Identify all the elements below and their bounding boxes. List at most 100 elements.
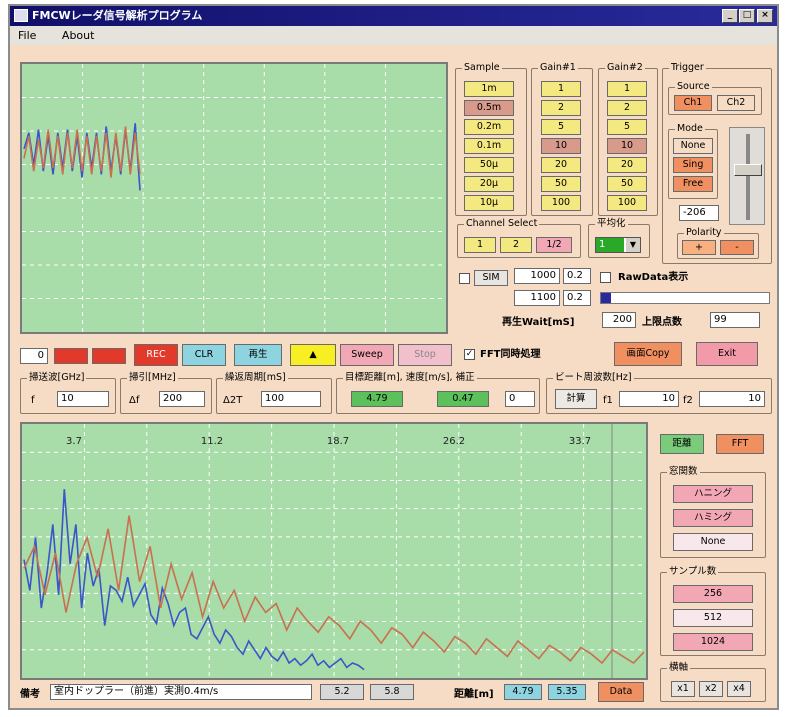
exit-button[interactable]: Exit (696, 342, 758, 366)
gain2-label: Gain#2 (605, 62, 645, 74)
menu-about[interactable]: About (62, 29, 95, 42)
source-ch1-button[interactable]: Ch1 (674, 95, 712, 111)
stop-button[interactable]: Stop (398, 344, 452, 366)
sweep-width-field[interactable]: 200 (159, 391, 205, 407)
gain2-option-0-button[interactable]: 1 (607, 81, 647, 97)
gain2-option-1-button[interactable]: 2 (607, 100, 647, 116)
note-field[interactable]: 室内ドップラー（前進）実測0.4m/s (50, 684, 312, 700)
gain1-label: Gain#1 (538, 62, 578, 74)
trigger-level-slider[interactable] (729, 127, 765, 225)
clr-button[interactable]: CLR (182, 344, 226, 366)
fft-sync-checkbox[interactable]: ✓ (464, 349, 475, 360)
gain2-option-4-button[interactable]: 20 (607, 157, 647, 173)
channel-both-button[interactable]: 1/2 (536, 237, 572, 253)
source-ch2-button[interactable]: Ch2 (717, 95, 755, 111)
sim-field-2[interactable]: 0.2 (563, 268, 591, 284)
mode-label: Mode (675, 123, 705, 135)
window-hanning-button[interactable]: ハニング (673, 485, 753, 503)
minimize-button[interactable]: _ (722, 9, 738, 23)
sample-option-2-button[interactable]: 0.2m (464, 119, 514, 135)
window-title: FMCWレーダ信号解析プログラム (32, 9, 203, 22)
gain1-option-0-button[interactable]: 1 (541, 81, 581, 97)
title-bar: FMCWレーダ信号解析プログラム _ □ × (10, 6, 777, 26)
zoom-x4-button[interactable]: x4 (727, 681, 751, 697)
upper-points-label: 上限点数 (642, 317, 682, 328)
sample-option-5-button[interactable]: 20μ (464, 176, 514, 192)
averaging-select[interactable]: 1 ▼ (595, 237, 641, 253)
dropdown-arrow-icon[interactable]: ▼ (626, 238, 640, 252)
sim-button[interactable]: SIM (474, 270, 508, 286)
zoom-x1-button[interactable]: x1 (671, 681, 695, 697)
counter-field[interactable]: 0 (20, 348, 48, 364)
gain1-option-1-button[interactable]: 2 (541, 100, 581, 116)
sim-field-1[interactable]: 1000 (514, 268, 560, 284)
averaging-label: 平均化 (595, 218, 628, 230)
channel-2-button[interactable]: 2 (500, 237, 532, 253)
gain1-option-5-button[interactable]: 50 (541, 176, 581, 192)
mode-group: Mode None Sing Free (668, 123, 718, 199)
triangle-button[interactable]: ▲ (290, 344, 336, 366)
app-window: FMCWレーダ信号解析プログラム _ □ × File About Sample… (8, 4, 779, 710)
sim-checkbox[interactable] (459, 273, 470, 284)
x-tick-label: 3.7 (66, 436, 82, 447)
mode-single-button[interactable]: Sing (673, 157, 713, 173)
window-hamming-button[interactable]: ハミング (673, 509, 753, 527)
trigger-group: Trigger Source Ch1 Ch2 Mode None Sing Fr… (662, 62, 772, 264)
gain2-option-3-button[interactable]: 10 (607, 138, 647, 154)
mode-none-button[interactable]: None (673, 138, 713, 154)
samples-512-button[interactable]: 512 (673, 609, 753, 627)
maximize-button[interactable]: □ (739, 9, 755, 23)
correction-field[interactable]: 0 (505, 391, 535, 407)
close-button[interactable]: × (757, 9, 773, 23)
rawdata-checkbox[interactable] (600, 272, 611, 283)
rec-button[interactable]: REC (134, 344, 178, 366)
data-button[interactable]: Data (598, 682, 644, 702)
calc-button[interactable]: 計算 (555, 389, 597, 409)
sample-count-group: サンプル数 256 512 1024 (660, 566, 766, 656)
samples-1024-button[interactable]: 1024 (673, 633, 753, 651)
zoom-x2-button[interactable]: x2 (699, 681, 723, 697)
x-tick-label: 26.2 (443, 436, 465, 447)
waveform-series-2 (23, 126, 141, 178)
slider-thumb[interactable] (734, 164, 762, 176)
sample-option-1-button[interactable]: 0.5m (464, 100, 514, 116)
channel-1-button[interactable]: 1 (464, 237, 496, 253)
menu-file[interactable]: File (18, 29, 36, 42)
sample-group: Sample 1m 0.5m 0.2m 0.1m 50μ 20μ 10μ (455, 62, 527, 216)
zoom-group: 横軸 x1 x2 x4 (660, 662, 766, 702)
distance-mode-button[interactable]: 距離 (660, 434, 704, 454)
window-fn-group: 窓関数 ハニング ハミング None (660, 466, 766, 558)
polarity-plus-button[interactable]: + (682, 240, 716, 255)
mode-free-button[interactable]: Free (673, 176, 713, 192)
gain1-option-2-button[interactable]: 5 (541, 119, 581, 135)
play-button[interactable]: 再生 (234, 344, 282, 366)
f2-field[interactable]: 10 (699, 391, 765, 407)
f2-display: 5.8 (370, 684, 414, 700)
f1-field[interactable]: 10 (619, 391, 679, 407)
samples-256-button[interactable]: 256 (673, 585, 753, 603)
window-none-button[interactable]: None (673, 533, 753, 551)
screen-copy-button[interactable]: 画面Copy (614, 342, 682, 366)
gain2-option-6-button[interactable]: 100 (607, 195, 647, 211)
polarity-minus-button[interactable]: - (720, 240, 754, 255)
sample-option-6-button[interactable]: 10μ (464, 195, 514, 211)
gain1-option-4-button[interactable]: 20 (541, 157, 581, 173)
gain1-option-6-button[interactable]: 100 (541, 195, 581, 211)
fft-mode-button[interactable]: FFT (716, 434, 764, 454)
period-field[interactable]: 100 (261, 391, 321, 407)
sample-option-4-button[interactable]: 50μ (464, 157, 514, 173)
playback-wait-field[interactable]: 200 (602, 312, 636, 328)
sample-option-0-button[interactable]: 1m (464, 81, 514, 97)
sim-field-4[interactable]: 0.2 (563, 290, 591, 306)
gain2-option-5-button[interactable]: 50 (607, 176, 647, 192)
sample-label: Sample (462, 62, 502, 74)
sample-option-3-button[interactable]: 0.1m (464, 138, 514, 154)
upper-points-field[interactable]: 99 (710, 312, 760, 328)
gain2-option-2-button[interactable]: 5 (607, 119, 647, 135)
sweep-button[interactable]: Sweep (340, 344, 394, 366)
trigger-level-field[interactable]: -206 (679, 205, 719, 221)
sim-field-3[interactable]: 1100 (514, 290, 560, 306)
gain1-option-3-button[interactable]: 10 (541, 138, 581, 154)
gain2-group: Gain#2 1 2 5 10 20 50 100 (598, 62, 658, 216)
freq-field[interactable]: 10 (57, 391, 109, 407)
